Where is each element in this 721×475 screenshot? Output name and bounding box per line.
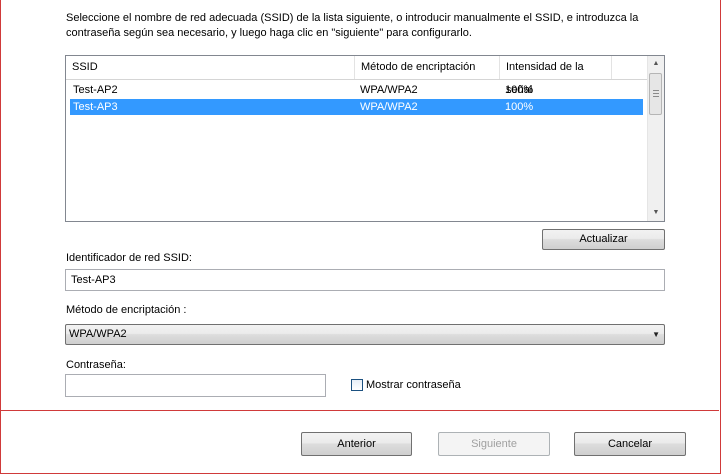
table-row[interactable]: Test-AP2 WPA/WPA2 100% xyxy=(70,82,643,98)
encryption-select-value: WPA/WPA2 xyxy=(69,328,127,340)
row-encryption: WPA/WPA2 xyxy=(360,101,418,113)
scroll-thumb[interactable] xyxy=(649,73,662,115)
encryption-select[interactable]: WPA/WPA2 ▼ xyxy=(65,324,665,345)
cancel-button[interactable]: Cancelar xyxy=(574,432,686,456)
column-header-encryption[interactable]: Método de encriptación xyxy=(355,56,500,79)
list-scrollbar[interactable]: ▲ ▼ xyxy=(647,56,664,221)
show-password-checkbox[interactable] xyxy=(351,379,363,391)
table-row-selected[interactable]: Test-AP3 WPA/WPA2 100% xyxy=(70,99,643,115)
grip-line xyxy=(653,96,659,97)
back-button[interactable]: Anterior xyxy=(301,432,412,456)
column-header-ssid[interactable]: SSID xyxy=(66,56,355,79)
footer-divider xyxy=(1,410,719,411)
scroll-down-icon[interactable]: ▼ xyxy=(648,205,664,221)
show-password-label[interactable]: Mostrar contraseña xyxy=(366,379,461,391)
ssid-label: Identificador de red SSID: xyxy=(66,252,192,264)
row-signal: 100% xyxy=(505,101,534,113)
list-header: SSID Método de encriptación Intensidad d… xyxy=(66,56,647,96)
row-encryption: WPA/WPA2 xyxy=(360,84,418,96)
network-list[interactable]: SSID Método de encriptación Intensidad d… xyxy=(65,55,665,222)
row-ssid: Test-AP3 xyxy=(73,101,118,113)
refresh-button[interactable]: Actualizar xyxy=(542,229,665,250)
column-header-signal[interactable]: Intensidad de la señal xyxy=(500,56,612,96)
scroll-up-icon[interactable]: ▲ xyxy=(648,56,664,72)
row-ssid: Test-AP2 xyxy=(73,84,118,96)
chevron-down-icon: ▼ xyxy=(652,330,660,339)
instructions-line-1: Seleccione el nombre de red adecuada (SS… xyxy=(66,12,639,24)
ssid-input[interactable]: Test-AP3 xyxy=(65,269,665,291)
instructions-line-2: contraseña según sea necesario, y luego … xyxy=(66,27,472,39)
row-signal: 100% xyxy=(505,84,534,96)
grip-line xyxy=(653,93,659,94)
encryption-label: Método de encriptación : xyxy=(66,304,187,316)
next-button[interactable]: Siguiente xyxy=(438,432,550,456)
grip-line xyxy=(653,90,659,91)
instructions-text: Seleccione el nombre de red adecuada (SS… xyxy=(66,11,686,41)
password-input[interactable] xyxy=(65,374,326,397)
password-label: Contraseña: xyxy=(66,359,126,371)
